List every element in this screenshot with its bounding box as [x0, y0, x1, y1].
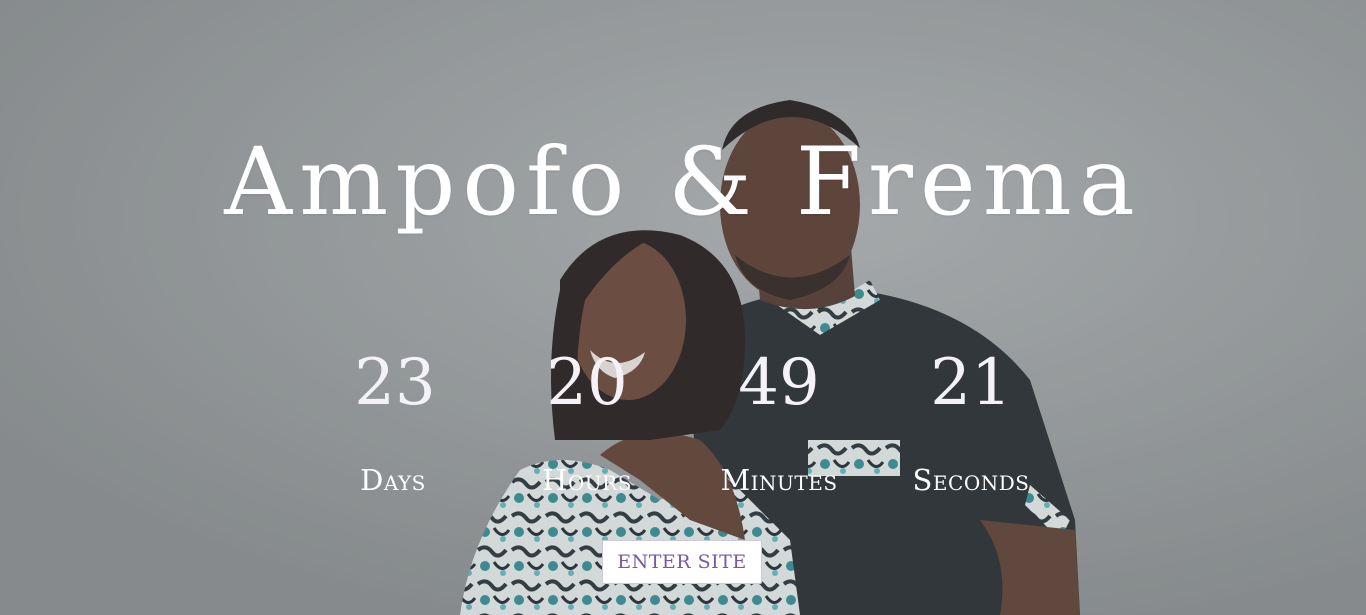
- countdown-hours-value: 20: [546, 346, 628, 420]
- photo-dim-overlay: [0, 0, 1366, 615]
- countdown-hours-label: Hours: [542, 463, 632, 497]
- landing-page: Ampofo & Frema 23 20 49 21 Days Hours Mi…: [0, 0, 1366, 615]
- countdown-days-label: Days: [360, 463, 426, 497]
- couple-names-title: Ampofo & Frema: [224, 128, 1142, 237]
- countdown-minutes-value: 49: [738, 346, 820, 420]
- countdown-minutes-label: Minutes: [720, 463, 838, 497]
- countdown-seconds-label: Seconds: [912, 463, 1030, 497]
- enter-site-button[interactable]: ENTER SITE: [602, 540, 762, 584]
- countdown-seconds-value: 21: [930, 346, 1012, 420]
- countdown-days-value: 23: [354, 346, 436, 420]
